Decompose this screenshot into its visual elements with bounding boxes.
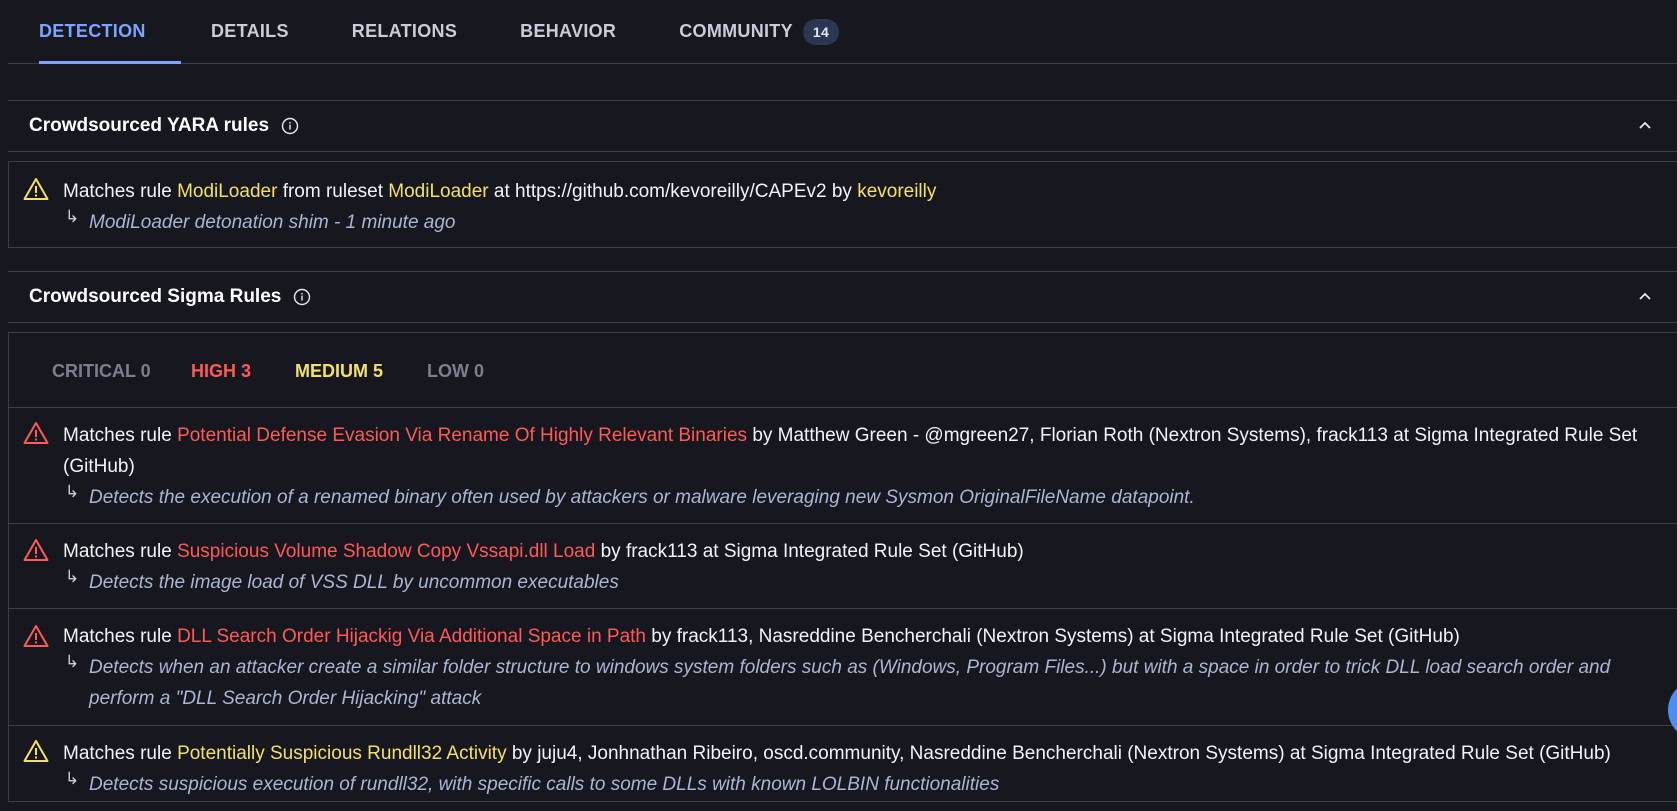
- sigma-rule-link[interactable]: Potentially Suspicious Rundll32 Activity: [177, 743, 507, 764]
- sigma-rule-description: Detects the execution of a renamed binar…: [89, 487, 1195, 508]
- rule-author-text: by frack113, Nasreddine Bencherchali (Ne…: [651, 626, 1460, 647]
- subitem-arrow-icon: ↳: [65, 652, 80, 671]
- sigma-rule-description-cont: perform a "DLL Search Order Hijacking" a…: [89, 688, 482, 709]
- rule-prefix: Matches rule: [63, 181, 172, 202]
- sigma-rule-link[interactable]: Suspicious Volume Shadow Copy Vssapi.dll…: [177, 541, 595, 562]
- warning-icon: [23, 178, 49, 200]
- rule-from-text: from ruleset: [282, 181, 383, 202]
- sigma-rule-item: Matches rule Potentially Suspicious Rund…: [9, 726, 1677, 811]
- tab-details[interactable]: DETAILS: [211, 0, 289, 63]
- rule-prefix: Matches rule: [63, 743, 172, 764]
- sigma-rule-line: Matches rule DLL Search Order Hijackig V…: [63, 621, 1460, 652]
- subitem-arrow-icon: ↳: [65, 769, 80, 788]
- info-icon[interactable]: [293, 288, 311, 306]
- rule-author-text: by juju4, Jonhnathan Ribeiro, oscd.commu…: [511, 743, 1611, 764]
- severity-medium-filter[interactable]: MEDIUM 5: [295, 361, 383, 382]
- yara-rule-link[interactable]: ModiLoader: [177, 181, 277, 202]
- yara-section-title: Crowdsourced YARA rules: [29, 115, 270, 136]
- subitem-arrow-icon: ↳: [65, 567, 80, 586]
- sigma-rule-line: Matches rule Potentially Suspicious Rund…: [63, 738, 1611, 769]
- tab-behavior[interactable]: BEHAVIOR: [520, 0, 616, 63]
- subitem-arrow-icon: ↳: [65, 482, 80, 501]
- rule-prefix: Matches rule: [63, 541, 172, 562]
- tab-details-label: DETAILS: [211, 21, 289, 41]
- rule-prefix: Matches rule: [63, 626, 172, 647]
- sigma-rule-description: Detects when an attacker create a simila…: [89, 657, 1611, 678]
- sigma-rule-item: Matches rule Suspicious Volume Shadow Co…: [9, 524, 1677, 609]
- severity-filter: CRITICAL 0 HIGH 3 MEDIUM 5 LOW 0: [9, 333, 1677, 408]
- yara-rule-item: Matches rule ModiLoader from ruleset Mod…: [9, 162, 1677, 247]
- subitem-arrow-icon: ↳: [65, 207, 80, 226]
- tab-detection-label: DETECTION: [39, 21, 146, 41]
- tab-detection[interactable]: DETECTION: [39, 0, 181, 64]
- yara-author-link[interactable]: kevoreilly: [857, 181, 936, 202]
- tab-community-label: COMMUNITY: [679, 21, 793, 41]
- severity-high-filter[interactable]: HIGH 3: [191, 361, 251, 382]
- tab-relations-label: RELATIONS: [351, 21, 458, 41]
- sigma-section-header[interactable]: Crowdsourced Sigma Rules: [8, 271, 1677, 323]
- rule-prefix: Matches rule: [63, 425, 172, 446]
- tab-relations[interactable]: RELATIONS: [352, 0, 457, 63]
- sigma-rule-link[interactable]: Potential Defense Evasion Via Rename Of …: [177, 425, 747, 446]
- yara-rules-list: Matches rule ModiLoader from ruleset Mod…: [8, 161, 1677, 248]
- sigma-rules-list: CRITICAL 0 HIGH 3 MEDIUM 5 LOW 0 Matches…: [8, 332, 1677, 802]
- chevron-up-icon[interactable]: [1637, 118, 1653, 134]
- yara-rule-line: Matches rule ModiLoader from ruleset Mod…: [63, 176, 936, 207]
- warning-icon: [23, 740, 49, 762]
- sigma-section-title: Crowdsourced Sigma Rules: [29, 286, 282, 307]
- sigma-rule-item: Matches rule Potential Defense Evasion V…: [9, 408, 1677, 524]
- tab-bar: DETECTION DETAILS RELATIONS BEHAVIOR COM…: [8, 0, 1677, 64]
- community-count-badge: 14: [802, 18, 840, 45]
- tab-behavior-label: BEHAVIOR: [520, 21, 617, 41]
- chevron-up-icon[interactable]: [1637, 289, 1653, 305]
- sigma-rule-item: Matches rule DLL Search Order Hijackig V…: [9, 609, 1677, 726]
- sigma-rule-line: Matches rule Potential Defense Evasion V…: [63, 420, 1653, 451]
- info-icon[interactable]: [281, 117, 299, 135]
- sigma-rule-link[interactable]: DLL Search Order Hijackig Via Additional…: [177, 626, 646, 647]
- sigma-rule-description: Detects the image load of VSS DLL by unc…: [89, 572, 619, 593]
- sigma-rule-description: Detects suspicious execution of rundll32…: [89, 774, 1000, 795]
- severity-low-filter[interactable]: LOW 0: [427, 361, 484, 382]
- yara-rule-description: ModiLoader detonation shim - 1 minute ag…: [89, 212, 456, 233]
- severity-critical-filter[interactable]: CRITICAL 0: [52, 361, 151, 382]
- warning-icon: [23, 625, 49, 647]
- warning-icon: [23, 539, 49, 561]
- sigma-rule-line: Matches rule Suspicious Volume Shadow Co…: [63, 536, 1024, 567]
- warning-icon: [23, 422, 49, 444]
- rule-author-text-cont: (GitHub): [63, 456, 135, 477]
- tab-community[interactable]: COMMUNITY 14: [679, 0, 840, 63]
- rule-source-text: at https://github.com/kevoreilly/CAPEv2 …: [493, 181, 852, 202]
- yara-ruleset-link[interactable]: ModiLoader: [388, 181, 488, 202]
- rule-author-text: by Matthew Green - @mgreen27, Florian Ro…: [752, 425, 1638, 446]
- rule-author-text: by frack113 at Sigma Integrated Rule Set…: [600, 541, 1024, 562]
- yara-section-header[interactable]: Crowdsourced YARA rules: [8, 100, 1677, 152]
